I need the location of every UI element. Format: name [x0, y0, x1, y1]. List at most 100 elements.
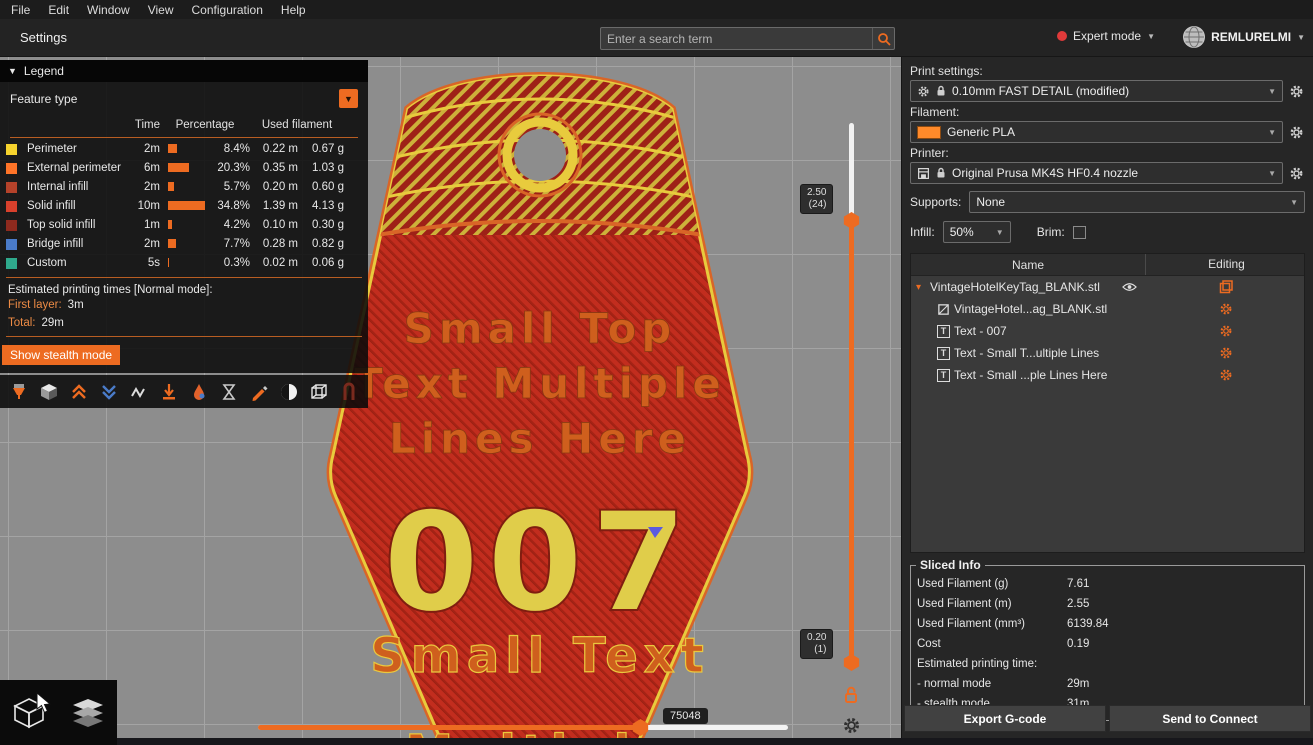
color-change-icon[interactable] [158, 381, 180, 403]
preview-view-button[interactable] [63, 687, 113, 739]
right-sidebar: Print settings: 0.10mm FAST DETAIL (modi… [901, 57, 1313, 738]
object-list: Name Editing ▾ VintageHotelKeyTag_BLANK.… [910, 253, 1305, 553]
supports-label: Supports: [910, 195, 962, 209]
user-account[interactable]: REMLURELMI ▼ [1183, 26, 1305, 48]
feature-length: 0.35 m [262, 162, 298, 174]
feature-time: 2m [144, 181, 160, 193]
feature-weight: 1.03 g [312, 162, 344, 174]
seams-icon[interactable] [128, 381, 150, 403]
brim-label: Brim: [1036, 225, 1065, 239]
object-row-part[interactable]: VintageHotel...ag_BLANK.stl [911, 298, 1304, 320]
slider-settings-gear-icon[interactable] [842, 716, 861, 738]
menu-view[interactable]: View [139, 1, 183, 19]
object-row-text[interactable]: T Text - 007 [911, 320, 1304, 342]
pause-print-icon[interactable] [218, 381, 240, 403]
view-mode-toggles [0, 680, 117, 745]
export-gcode-button[interactable]: Export G-code [904, 705, 1106, 732]
feature-color-swatch [6, 144, 17, 155]
printer-combo[interactable]: Original Prusa MK4S HF0.4 nozzle ▼ [910, 162, 1283, 184]
print-head-icon[interactable] [8, 381, 30, 403]
wireframe-cube-icon[interactable] [308, 381, 330, 403]
moves-slider-fill [258, 725, 640, 730]
filament-color-swatch [917, 125, 941, 139]
tree-collapse-icon[interactable]: ▾ [916, 282, 926, 293]
print-settings-value: 0.10mm FAST DETAIL (modified) [952, 84, 1130, 98]
menu-edit[interactable]: Edit [39, 1, 78, 19]
feature-type-dropdown-button[interactable]: ▼ [339, 89, 358, 108]
layer-lower-index: (1) [814, 644, 827, 655]
feature-row-external-perimeter[interactable]: External perimeter 6m 20.3% 0.35 m 1.03 … [4, 159, 364, 178]
feature-weight: 0.67 g [312, 143, 344, 155]
feature-bar [160, 178, 208, 197]
search-icon[interactable] [872, 28, 894, 49]
infill-combo[interactable]: 50% ▼ [942, 221, 1011, 243]
feature-row-top-solid-infill[interactable]: Top solid infill 1m 4.2% 0.10 m 0.30 g [4, 216, 364, 235]
object-row-text[interactable]: T Text - Small T...ultiple Lines [911, 342, 1304, 364]
col-time: Time [134, 119, 160, 131]
visibility-eye-icon[interactable] [1122, 282, 1137, 292]
filament-combo[interactable]: Generic PLA ▼ [910, 121, 1283, 143]
feature-pct: 34.8% [217, 200, 250, 212]
feature-row-internal-infill[interactable]: Internal infill 2m 5.7% 0.20 m 0.60 g [4, 178, 364, 197]
model-text-line4: Small Text [370, 628, 709, 684]
feature-length: 0.10 m [262, 219, 298, 231]
text-modifier-icon: T [937, 324, 950, 338]
feature-row-bridge-infill[interactable]: Bridge infill 2m 7.7% 0.28 m 0.82 g [4, 235, 364, 254]
printer-label: Printer: [910, 146, 949, 160]
object-row-root[interactable]: ▾ VintageHotelKeyTag_BLANK.stl [911, 276, 1304, 298]
expert-mode-selector[interactable]: Expert mode ▼ [1057, 29, 1155, 43]
feature-label: Internal infill [27, 181, 89, 193]
menu-window[interactable]: Window [78, 1, 139, 19]
part-settings-gear-icon[interactable] [1145, 368, 1304, 382]
tab-settings[interactable]: Settings [20, 30, 67, 45]
retractions-icon[interactable] [98, 381, 120, 403]
print-settings-edit-gear[interactable] [1288, 83, 1305, 100]
show-stealth-mode-button[interactable]: Show stealth mode [2, 345, 121, 365]
object-settings-icon[interactable] [1145, 280, 1304, 294]
model-text-line3: Lines Here [389, 414, 691, 463]
send-to-connect-button[interactable]: Send to Connect [1109, 705, 1311, 732]
chevron-down-icon: ▼ [1268, 127, 1276, 137]
filament-drop-icon[interactable] [188, 381, 210, 403]
filament-label: Filament: [910, 105, 960, 119]
sliced-info-value: 2.55 [1067, 598, 1090, 610]
brim-checkbox[interactable] [1072, 225, 1086, 239]
travel-moves-icon[interactable] [338, 381, 360, 403]
feature-color-swatch [6, 182, 17, 193]
feature-bar [160, 197, 208, 216]
feature-row-solid-infill[interactable]: Solid infill 10m 34.8% 1.39 m 4.13 g [4, 197, 364, 216]
deretractions-icon[interactable] [68, 381, 90, 403]
layer-upper-tooltip: 2.50 (24) [800, 184, 834, 214]
shells-icon[interactable] [38, 381, 60, 403]
object-row-text[interactable]: T Text - Small ...ple Lines Here [911, 364, 1304, 386]
feature-label: Perimeter [27, 143, 77, 155]
feature-row-custom[interactable]: Custom 5s 0.3% 0.02 m 0.06 g [4, 254, 364, 273]
legend-collapse-header[interactable]: ▼ Legend [0, 60, 368, 82]
part-settings-gear-icon[interactable] [1145, 324, 1304, 338]
custom-gcode-icon[interactable] [248, 381, 270, 403]
seam-sphere-icon[interactable] [278, 381, 300, 403]
chevron-down-icon: ▼ [1297, 32, 1305, 42]
search-input[interactable] [601, 31, 872, 46]
supports-combo[interactable]: None ▼ [969, 191, 1305, 213]
feature-label: Solid infill [27, 200, 76, 212]
sliced-info-label: - normal mode [917, 678, 992, 690]
sliced-info-label: Estimated printing time: [917, 658, 1038, 670]
infill-label: Infill: [910, 225, 935, 239]
chevron-down-icon: ▼ [1268, 86, 1276, 96]
filament-edit-gear[interactable] [1288, 124, 1305, 141]
model-text-number: 007 [384, 484, 696, 641]
feature-weight: 0.06 g [312, 257, 344, 269]
part-settings-gear-icon[interactable] [1145, 346, 1304, 360]
print-settings-combo[interactable]: 0.10mm FAST DETAIL (modified) ▼ [910, 80, 1283, 102]
menu-help[interactable]: Help [272, 1, 315, 19]
printer-edit-gear[interactable] [1288, 165, 1305, 182]
legend-title: Legend [23, 64, 64, 78]
slider-lock-icon[interactable] [843, 686, 859, 707]
chevron-down-icon: ▼ [995, 227, 1004, 237]
feature-row-perimeter[interactable]: Perimeter 2m 8.4% 0.22 m 0.67 g [4, 140, 364, 159]
part-settings-gear-icon[interactable] [1145, 302, 1304, 316]
menu-file[interactable]: File [2, 1, 39, 19]
menu-configuration[interactable]: Configuration [183, 1, 272, 19]
feature-pct: 8.4% [223, 143, 250, 155]
